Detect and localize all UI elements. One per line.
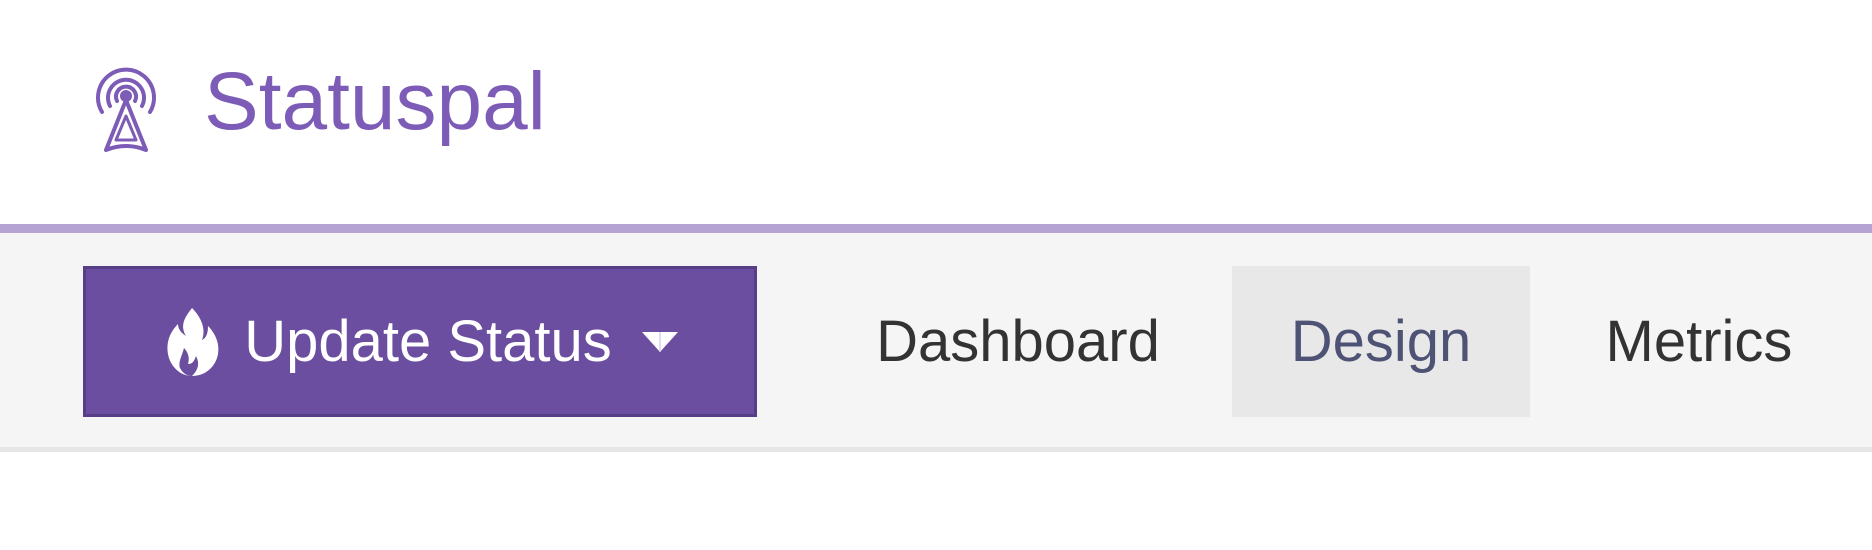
update-status-label: Update Status (244, 308, 612, 374)
accent-divider (0, 224, 1872, 233)
nav-item-dashboard[interactable]: Dashboard (838, 266, 1198, 417)
update-status-button[interactable]: Update Status (83, 266, 757, 417)
page: Statuspal Update Status Dashboard Design… (0, 0, 1872, 550)
broadcast-tower-icon (88, 60, 164, 156)
brand-name: Statuspal (204, 56, 546, 147)
nav-item-metrics[interactable]: Metrics (1564, 266, 1834, 417)
fire-icon (162, 306, 222, 378)
nav-item-design[interactable]: Design (1232, 266, 1530, 417)
navbar: Update Status Dashboard Design Metrics (0, 233, 1872, 452)
caret-down-icon (641, 331, 678, 352)
brand-header[interactable]: Statuspal (88, 48, 546, 168)
